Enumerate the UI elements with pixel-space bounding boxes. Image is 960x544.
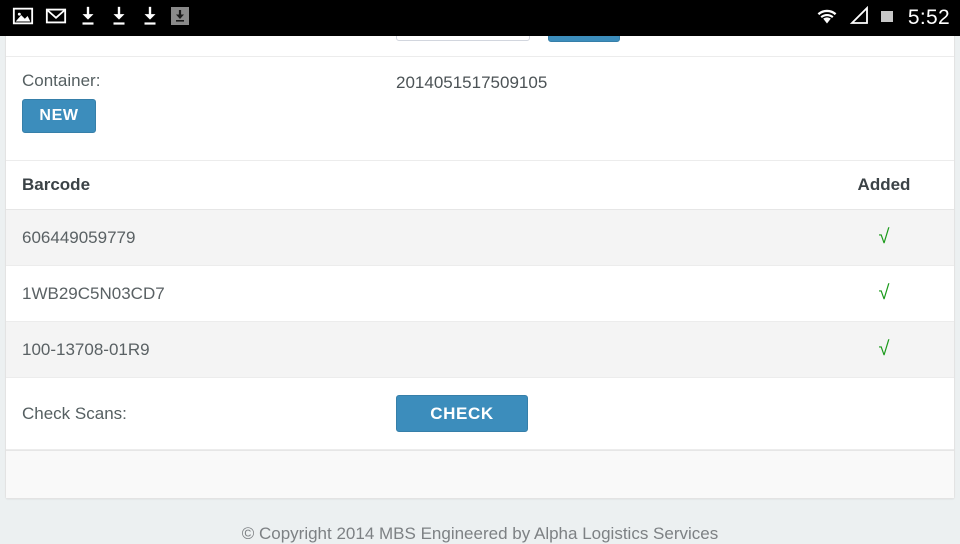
- copyright-footer: © Copyright 2014 MBS Engineered by Alpha…: [241, 524, 719, 543]
- check-icon: √: [878, 282, 890, 304]
- container-left-group: Container: NEW: [6, 57, 396, 133]
- scans-table: Barcode Added 606449059779 √ 1WB29C5N03C…: [6, 161, 954, 378]
- download-boxed-icon: [171, 6, 189, 30]
- column-header-added: Added: [814, 161, 954, 210]
- cell-added: √: [814, 209, 954, 266]
- page-root: Barcode: ADD Container: NEW 201405151750…: [0, 0, 960, 543]
- cell-barcode: 606449059779: [6, 209, 814, 266]
- scans-table-head: Barcode Added: [6, 161, 954, 210]
- status-bar-system-icons: 5:52: [814, 5, 950, 31]
- column-header-barcode: Barcode: [6, 161, 814, 210]
- check-button[interactable]: CHECK: [396, 395, 528, 432]
- scans-table-body: 606449059779 √ 1WB29C5N03CD7 √ 100-13708…: [6, 209, 954, 378]
- download-icon: [109, 5, 129, 32]
- check-icon: √: [878, 226, 890, 248]
- status-bar-notifications: [12, 5, 814, 32]
- table-header-row: Barcode Added: [6, 161, 954, 210]
- check-scans-label: Check Scans:: [22, 403, 127, 423]
- status-bar-clock: 5:52: [907, 6, 950, 29]
- android-status-bar: 5:52: [0, 0, 960, 36]
- container-form-row: Container: NEW 2014051517509105: [6, 57, 954, 161]
- new-container-button[interactable]: NEW: [22, 99, 96, 133]
- gmail-icon: [45, 5, 67, 32]
- download-icon: [140, 5, 160, 32]
- image-icon: [12, 5, 34, 32]
- check-icon: √: [878, 338, 890, 360]
- cell-added: √: [814, 321, 954, 378]
- download-icon: [78, 5, 98, 32]
- table-row[interactable]: 1WB29C5N03CD7 √: [6, 265, 954, 322]
- battery-icon: [878, 7, 896, 30]
- content-panel: Barcode: ADD Container: NEW 201405151750…: [5, 0, 955, 499]
- cell-barcode: 100-13708-01R9: [6, 321, 814, 378]
- signal-icon: [848, 5, 870, 31]
- container-label: Container:: [22, 71, 101, 90]
- table-row[interactable]: 100-13708-01R9 √: [6, 321, 954, 378]
- wifi-icon: [814, 6, 840, 31]
- cell-added: √: [814, 265, 954, 322]
- cell-barcode: 1WB29C5N03CD7: [6, 265, 814, 322]
- panel-footer: [6, 450, 954, 498]
- container-value: 2014051517509105: [396, 73, 548, 92]
- table-row[interactable]: 606449059779 √: [6, 209, 954, 266]
- check-scans-row: Check Scans: CHECK: [6, 378, 954, 450]
